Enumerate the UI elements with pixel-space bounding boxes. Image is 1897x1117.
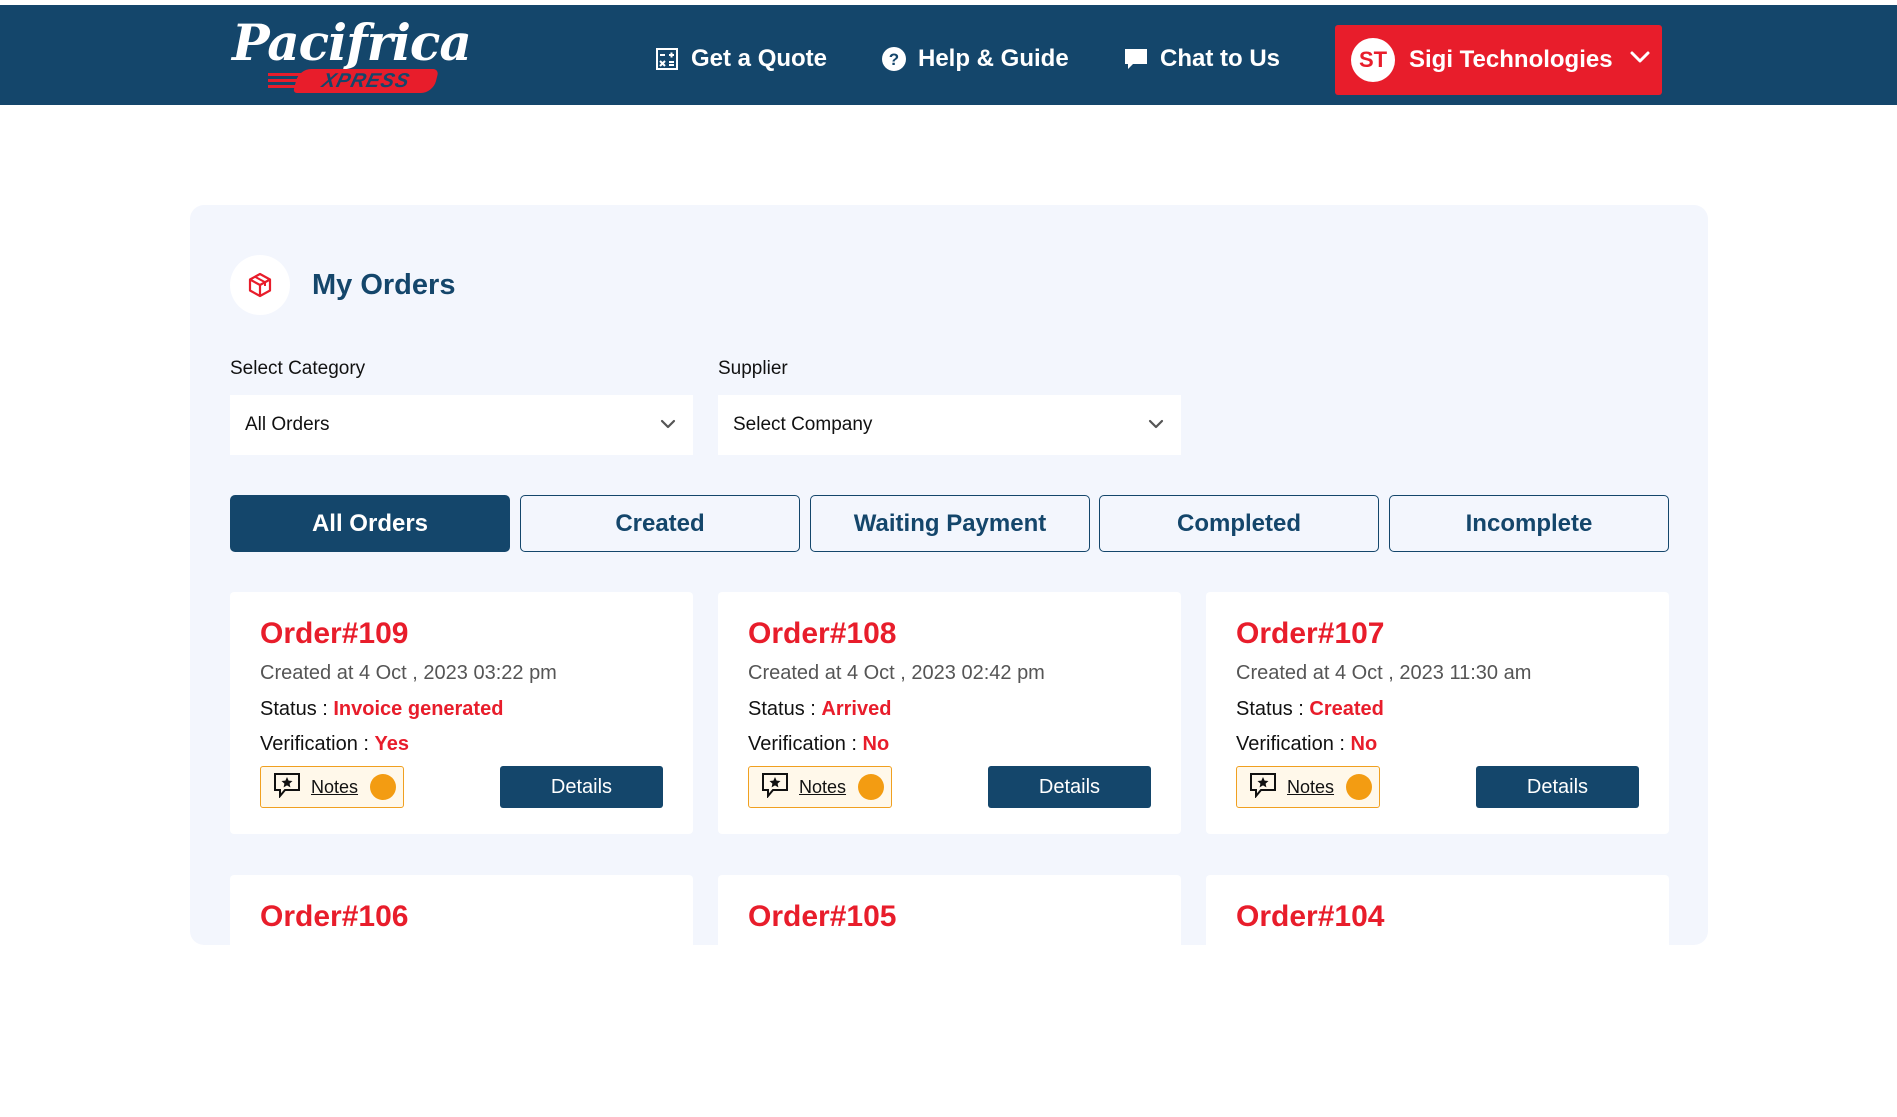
page-title-row: My Orders <box>230 255 455 315</box>
star-comment-icon <box>761 772 789 803</box>
top-navbar: Pacifrica XPRESS Get a Quote ? Help & Gu… <box>0 5 1897 105</box>
supplier-value: Select Company <box>733 414 873 435</box>
status-label: Status : <box>1236 698 1304 720</box>
chevron-down-icon <box>659 415 677 439</box>
status-label: Status : <box>260 698 328 720</box>
order-number[interactable]: Order#107 <box>1236 617 1384 651</box>
order-card: Order#108 Created at 4 Oct , 2023 02:42 … <box>718 592 1181 834</box>
supplier-select[interactable]: Select Company <box>718 395 1181 455</box>
notes-label: Notes <box>1287 776 1335 797</box>
notes-button[interactable]: Notes <box>1236 766 1380 808</box>
verification-value: No <box>862 733 890 755</box>
package-icon <box>230 255 290 315</box>
user-name: Sigi Technologies <box>1409 46 1613 73</box>
order-number[interactable]: Order#105 <box>748 900 896 934</box>
notes-indicator <box>1346 774 1373 800</box>
order-number[interactable]: Order#109 <box>260 617 408 651</box>
avatar: ST <box>1351 38 1395 82</box>
status-value: Created <box>1309 698 1384 720</box>
star-comment-icon <box>1249 772 1277 803</box>
order-number[interactable]: Order#104 <box>1236 900 1384 934</box>
verification-value: No <box>1350 733 1378 755</box>
supplier-label: Supplier <box>718 358 788 379</box>
nav-label: Get a Quote <box>691 45 828 72</box>
tab-completed[interactable]: Completed <box>1099 495 1379 552</box>
order-status-row: Status : Arrived <box>748 698 891 721</box>
notes-button[interactable]: Notes <box>748 766 892 808</box>
nav-label: Help & Guide <box>918 45 1069 72</box>
notes-indicator <box>370 774 397 800</box>
order-number[interactable]: Order#106 <box>260 900 408 934</box>
nav-label: Chat to Us <box>1160 45 1280 72</box>
star-comment-icon <box>273 772 301 803</box>
notes-button[interactable]: Notes <box>260 766 404 808</box>
order-verification-row: Verification : Yes <box>260 733 409 756</box>
tab-all-orders[interactable]: All Orders <box>230 495 510 552</box>
logo-wordmark: Pacifrica <box>232 13 472 72</box>
category-value: All Orders <box>245 414 330 435</box>
nav-get-quote[interactable]: Get a Quote <box>653 41 827 77</box>
calculator-icon <box>653 45 681 73</box>
help-circle-icon: ? <box>880 45 908 73</box>
notes-label: Notes <box>311 776 359 797</box>
tab-waiting-payment[interactable]: Waiting Payment <box>810 495 1090 552</box>
tab-incomplete[interactable]: Incomplete <box>1389 495 1669 552</box>
order-created-date: Created at 4 Oct , 2023 03:22 pm <box>260 662 557 684</box>
order-status-row: Status : Invoice generated <box>260 698 503 721</box>
notes-indicator <box>858 774 885 800</box>
verification-label: Verification : <box>748 733 857 755</box>
notes-label: Notes <box>799 776 847 797</box>
svg-text:?: ? <box>889 50 899 69</box>
tab-created[interactable]: Created <box>520 495 800 552</box>
user-menu-button[interactable]: ST Sigi Technologies <box>1335 25 1662 95</box>
orders-panel: My Orders Select Category All Orders Sup… <box>190 205 1708 1117</box>
verification-label: Verification : <box>1236 733 1345 755</box>
details-button[interactable]: Details <box>500 766 663 808</box>
chevron-down-icon <box>1629 46 1651 75</box>
order-card: Order#104 <box>1206 875 1669 1117</box>
verification-label: Verification : <box>260 733 369 755</box>
order-created-date: Created at 4 Oct , 2023 11:30 am <box>1236 662 1532 684</box>
order-card: Order#109 Created at 4 Oct , 2023 03:22 … <box>230 592 693 834</box>
order-card: Order#106 <box>230 875 693 1117</box>
logo-tag: XPRESS <box>293 69 439 93</box>
order-card: Order#107 Created at 4 Oct , 2023 11:30 … <box>1206 592 1669 834</box>
order-number[interactable]: Order#108 <box>748 617 896 651</box>
nav-chat-to-us[interactable]: Chat to Us <box>1122 41 1280 77</box>
order-verification-row: Verification : No <box>1236 733 1377 756</box>
order-created-date: Created at 4 Oct , 2023 02:42 pm <box>748 662 1045 684</box>
order-card: Order#105 <box>718 875 1181 1117</box>
order-verification-row: Verification : No <box>748 733 889 756</box>
status-label: Status : <box>748 698 816 720</box>
category-select[interactable]: All Orders <box>230 395 693 455</box>
chevron-down-icon <box>1147 415 1165 439</box>
status-value: Invoice generated <box>333 698 504 720</box>
chat-bubble-icon <box>1122 45 1150 73</box>
details-button[interactable]: Details <box>1476 766 1639 808</box>
details-button[interactable]: Details <box>988 766 1151 808</box>
verification-value: Yes <box>374 733 409 755</box>
nav-help-guide[interactable]: ? Help & Guide <box>880 41 1069 77</box>
brand-logo[interactable]: Pacifrica XPRESS <box>232 13 472 99</box>
category-label: Select Category <box>230 358 366 379</box>
order-status-row: Status : Created <box>1236 698 1384 721</box>
page-title: My Orders <box>312 268 456 301</box>
status-value: Arrived <box>821 698 892 720</box>
